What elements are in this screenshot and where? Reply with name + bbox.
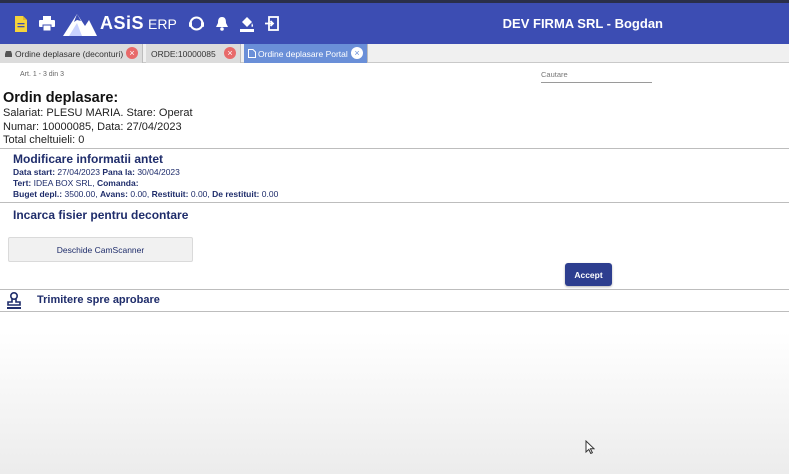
budget-line: Buget depl.: 3500.00, Avans: 0.00, Resti…: [13, 189, 278, 199]
pana-la-label: Pana la:: [102, 167, 135, 177]
divider: [0, 289, 789, 290]
avans-label: Avans:: [99, 189, 128, 199]
record-count: Art. 1 - 3 din 3: [20, 71, 64, 78]
comanda-label: Comanda:: [96, 178, 139, 188]
stamp-icon[interactable]: [6, 291, 22, 310]
divider: [0, 311, 789, 312]
open-camscanner-button[interactable]: Deschide CamScanner: [8, 237, 193, 262]
logout-icon[interactable]: [260, 12, 284, 36]
page-title: Ordin deplasare:: [3, 90, 119, 106]
logo-text: ASiS: [100, 13, 145, 33]
restituit-value: 0.00,: [190, 189, 210, 199]
dates-line: Data start: 27/04/2023 Pana la: 30/04/20…: [13, 167, 180, 177]
file-icon: [248, 49, 256, 58]
search-input[interactable]: [541, 67, 652, 83]
tab-orde-10000085[interactable]: ORDE:10000085 ×: [146, 44, 241, 63]
tab-label: Ordine deplasare (deconturi): [15, 48, 124, 59]
logo-mountain-icon: [63, 13, 97, 36]
de-restituit-label: De restituit:: [212, 189, 260, 199]
numar-info: Numar: 10000085, Data: 27/04/2023: [3, 121, 182, 133]
tert-label: Tert:: [13, 178, 32, 188]
print-icon[interactable]: [35, 12, 59, 36]
company-name: DEV FIRMA SRL - Bogdan: [502, 16, 663, 31]
top-bar: ASiS ERP DEV FIRMA SRL - Bogdan: [0, 0, 789, 44]
pana-la-value: 30/04/2023: [137, 167, 180, 177]
tab-close-icon[interactable]: ×: [126, 47, 138, 59]
tab-ordine-deplasare-deconturi[interactable]: Ordine deplasare (deconturi) ×: [0, 44, 143, 63]
car-icon: [4, 50, 13, 58]
total-cheltuieli: Total cheltuieli: 0: [3, 134, 85, 146]
modify-header-link[interactable]: Modificare informatii antet: [13, 152, 163, 166]
tab-label: ORDE:10000085: [151, 48, 216, 59]
buget-value: 3500.00,: [64, 189, 98, 199]
avans-value: 0.00,: [130, 189, 150, 199]
accept-button[interactable]: Accept: [565, 263, 612, 286]
tert-value: IDEA BOX SRL,: [33, 178, 95, 188]
send-for-approval-link[interactable]: Trimitere spre aprobare: [37, 294, 160, 306]
tab-close-icon[interactable]: ×: [224, 47, 236, 59]
divider: [0, 148, 789, 149]
mouse-pointer-icon: [585, 439, 596, 459]
paint-bucket-icon[interactable]: [235, 12, 259, 36]
upload-section-title: Incarca fisier pentru decontare: [13, 208, 189, 222]
buget-label: Buget depl.:: [13, 189, 63, 199]
document-icon[interactable]: [9, 12, 33, 36]
divider: [0, 202, 789, 203]
tab-close-icon[interactable]: ×: [351, 47, 363, 59]
tab-label: Ordine deplasare Portal: [258, 48, 348, 59]
logo-erp: ERP: [148, 15, 177, 32]
bell-icon[interactable]: [210, 12, 234, 36]
tert-line: Tert: IDEA BOX SRL, Comanda:: [13, 178, 139, 188]
app-logo: ASiS ERP: [63, 12, 177, 36]
data-start-value: 27/04/2023: [57, 167, 100, 177]
salariat-info: Salariat: PLESU MARIA. Stare: Operat: [3, 107, 193, 119]
de-restituit-value: 0.00: [261, 189, 279, 199]
restituit-label: Restituit:: [151, 189, 189, 199]
support-icon[interactable]: [185, 12, 209, 36]
tab-bar: Ordine deplasare (deconturi) × ORDE:1000…: [0, 44, 789, 63]
tab-ordine-deplasare-portal[interactable]: Ordine deplasare Portal ×: [244, 44, 368, 63]
data-start-label: Data start:: [13, 167, 56, 177]
